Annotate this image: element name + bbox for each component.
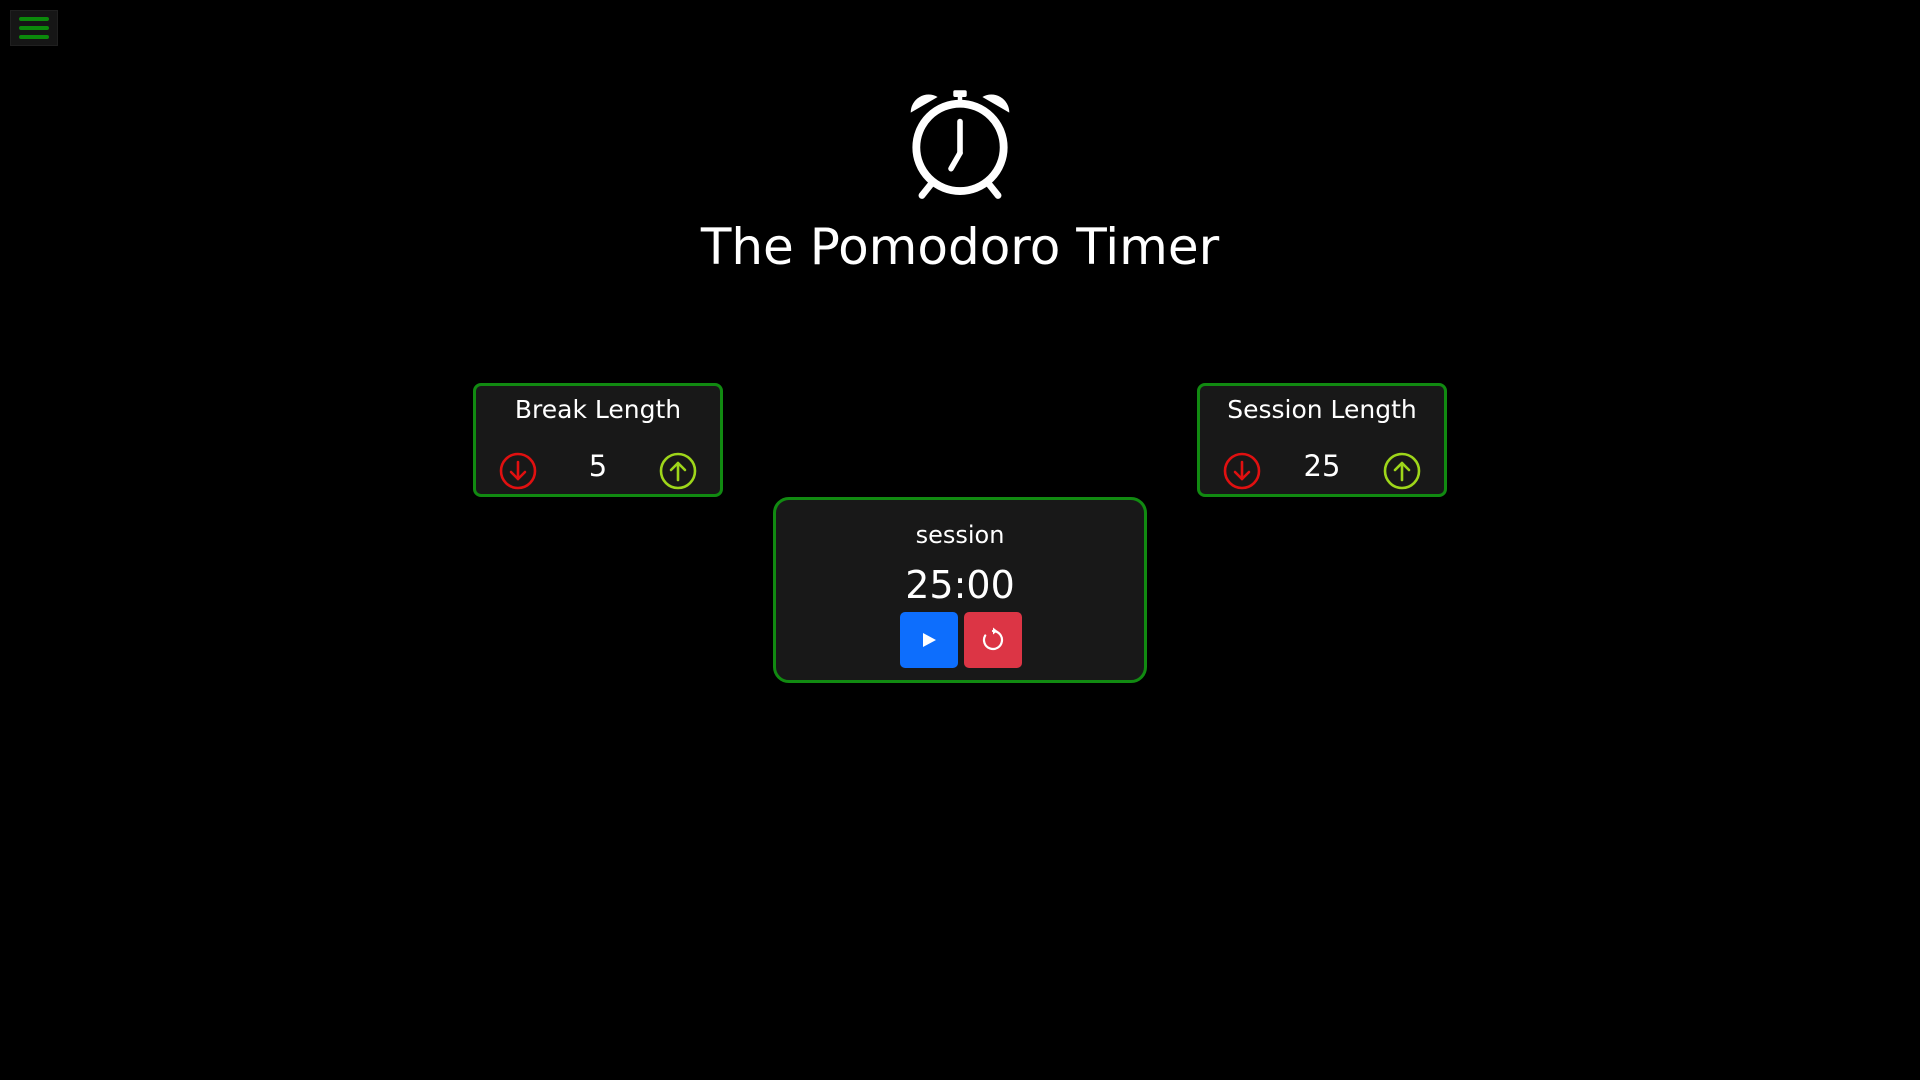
play-icon <box>923 633 936 647</box>
session-increment-arrow-up-icon[interactable] <box>1382 451 1422 491</box>
reset-button[interactable] <box>964 612 1022 668</box>
start-stop-button[interactable] <box>900 612 958 668</box>
pomodoro-app: The Pomodoro Timer Break Length 5 Sessio… <box>0 0 1920 1080</box>
alarm-clock-icon <box>910 90 1010 199</box>
session-length-label: Session Length <box>1227 395 1417 424</box>
break-increment-arrow-up-icon[interactable] <box>658 451 698 491</box>
menu-bar <box>19 35 49 39</box>
timer-label: session <box>915 521 1005 549</box>
timer-display: 25:00 <box>905 563 1015 607</box>
break-length-card: Break Length 5 <box>473 383 723 497</box>
break-length-label: Break Length <box>514 395 682 424</box>
reset-icon <box>982 627 1004 651</box>
session-length-card: Session Length 25 <box>1197 383 1447 497</box>
menu-bar <box>19 17 49 21</box>
page-title: The Pomodoro Timer <box>700 218 1220 276</box>
timer-card: session 25:00 <box>773 497 1147 683</box>
hamburger-menu-icon[interactable] <box>10 10 58 46</box>
menu-bar <box>19 26 49 30</box>
